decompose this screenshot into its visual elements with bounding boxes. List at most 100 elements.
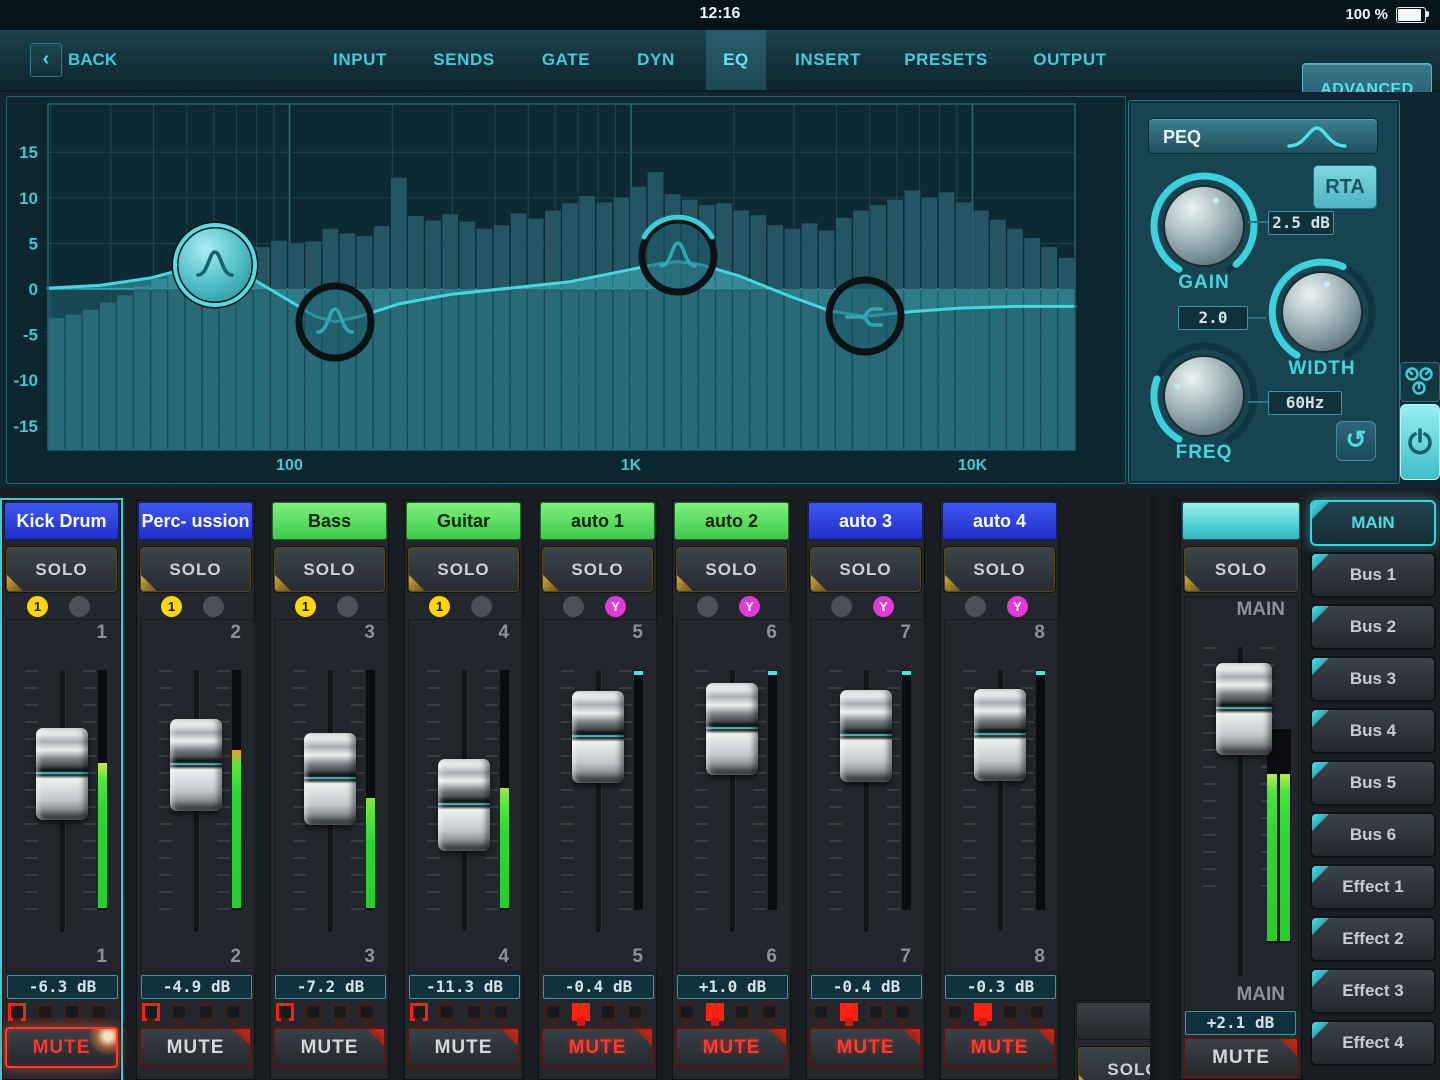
eq-type-select[interactable]: PEQ bbox=[1148, 118, 1378, 154]
channel-name[interactable] bbox=[1182, 502, 1300, 540]
eq-node-4[interactable] bbox=[825, 276, 905, 356]
fader-tick bbox=[829, 670, 842, 672]
solo-corner-mark bbox=[1185, 575, 1201, 591]
svg-text:15: 15 bbox=[19, 143, 38, 162]
fader-cap[interactable] bbox=[304, 733, 356, 825]
bus-button-bus-6[interactable]: Bus 6 bbox=[1310, 812, 1436, 858]
solo-button[interactable]: SOLO bbox=[676, 547, 787, 592]
channel-name[interactable]: auto 1 bbox=[540, 502, 655, 540]
back-button[interactable]: ‹ BACK bbox=[30, 43, 170, 77]
fader-cap[interactable] bbox=[1216, 663, 1272, 755]
solo-button[interactable]: SOLO bbox=[408, 547, 519, 592]
channel-name[interactable]: Guitar bbox=[406, 502, 521, 540]
fader-tick bbox=[293, 908, 306, 910]
fader-tick bbox=[25, 823, 38, 825]
fader-tick bbox=[1021, 840, 1034, 842]
fader-tick bbox=[485, 687, 498, 689]
mute-button[interactable]: MUTE bbox=[541, 1027, 654, 1068]
mute-button[interactable]: MUTE bbox=[273, 1027, 386, 1068]
freq-knob[interactable] bbox=[1144, 336, 1264, 456]
fader-tick bbox=[485, 874, 498, 876]
mute-button[interactable]: MUTE bbox=[809, 1027, 922, 1068]
fader-cap[interactable] bbox=[438, 759, 490, 851]
channel-knobs-button[interactable] bbox=[1400, 362, 1440, 402]
fader-tick bbox=[619, 840, 632, 842]
bus-corner-mark bbox=[1312, 970, 1329, 987]
bus-button-bus-3[interactable]: Bus 3 bbox=[1310, 656, 1436, 702]
meter-peak-tick bbox=[768, 671, 777, 675]
fader-tick bbox=[695, 806, 708, 808]
channel-name[interactable]: Bass bbox=[272, 502, 387, 540]
solo-button[interactable]: SOLO bbox=[274, 547, 385, 592]
freq-value[interactable]: 60Hz bbox=[1268, 391, 1342, 415]
bus-button-bus-1[interactable]: Bus 1 bbox=[1310, 552, 1436, 598]
tab-input[interactable]: INPUT bbox=[300, 30, 420, 90]
rta-button[interactable]: RTA bbox=[1313, 165, 1377, 209]
solo-button[interactable]: SOLO bbox=[542, 547, 653, 592]
bus-button-effect-2[interactable]: Effect 2 bbox=[1310, 916, 1436, 962]
channel-name[interactable] bbox=[1076, 1002, 1150, 1040]
fader-cap[interactable] bbox=[36, 728, 88, 820]
fader-tick bbox=[619, 670, 632, 672]
bus-corner-mark bbox=[1312, 554, 1329, 571]
fader-tick bbox=[25, 704, 38, 706]
fader-tick bbox=[485, 891, 498, 893]
fader-cap[interactable] bbox=[572, 691, 624, 783]
gain-value[interactable]: 2.5 dB bbox=[1268, 211, 1334, 235]
tab-insert[interactable]: INSERT bbox=[768, 30, 888, 90]
solo-button[interactable]: SOLO bbox=[810, 547, 921, 592]
bus-button-main[interactable]: MAIN bbox=[1310, 500, 1436, 546]
channel-name[interactable]: Perc- ussion bbox=[138, 502, 253, 540]
badge-right bbox=[471, 596, 492, 617]
reset-eq-button[interactable]: ↺ bbox=[1336, 421, 1376, 461]
power-button[interactable] bbox=[1400, 404, 1440, 480]
width-value[interactable]: 2.0 bbox=[1178, 306, 1248, 330]
fader-tick bbox=[695, 908, 708, 910]
assign-pin bbox=[894, 1003, 912, 1026]
solo-button[interactable]: SOLO bbox=[1184, 547, 1298, 592]
fader-tick bbox=[695, 789, 708, 791]
solo-button[interactable]: SOLO bbox=[140, 547, 251, 592]
eq-node-2[interactable] bbox=[295, 282, 375, 362]
channel-name[interactable]: auto 2 bbox=[674, 502, 789, 540]
tab-presets[interactable]: PRESETS bbox=[886, 30, 1006, 90]
fader-tick bbox=[887, 857, 900, 859]
mute-button[interactable]: MUTE bbox=[407, 1027, 520, 1068]
bus-button-effect-4[interactable]: Effect 4 bbox=[1310, 1020, 1436, 1066]
channel-number-bottom: MAIN bbox=[1236, 984, 1285, 1005]
mute-button[interactable]: MUTE bbox=[1183, 1037, 1299, 1078]
mute-button[interactable]: MUTE bbox=[943, 1027, 1056, 1068]
bus-button-effect-1[interactable]: Effect 1 bbox=[1310, 864, 1436, 910]
fader-tick bbox=[1203, 783, 1216, 785]
solo-button[interactable]: SOLO bbox=[1078, 1047, 1150, 1080]
fader-cap[interactable] bbox=[840, 690, 892, 782]
mute-button[interactable]: MUTE bbox=[5, 1027, 118, 1068]
gain-knob[interactable] bbox=[1144, 166, 1264, 286]
eq-node-1[interactable] bbox=[171, 221, 259, 309]
fader-cap[interactable] bbox=[170, 719, 222, 811]
eq-node-3[interactable] bbox=[638, 214, 718, 296]
fader-tick bbox=[159, 840, 172, 842]
solo-button[interactable]: SOLO bbox=[6, 547, 117, 592]
badge-left bbox=[831, 596, 852, 617]
meter-fill bbox=[1280, 774, 1290, 941]
width-knob[interactable] bbox=[1262, 252, 1382, 372]
channel-strip: Kick Drum SOLO 1 1 1 -6.3 dB MUTE bbox=[2, 500, 121, 1080]
fader-cap[interactable] bbox=[706, 683, 758, 775]
tab-output[interactable]: OUTPUT bbox=[1010, 30, 1130, 90]
fader-cap[interactable] bbox=[974, 689, 1026, 781]
assign-pin bbox=[438, 1003, 456, 1026]
bus-button-bus-4[interactable]: Bus 4 bbox=[1310, 708, 1436, 754]
fader-tick bbox=[83, 721, 96, 723]
mute-button[interactable]: MUTE bbox=[139, 1027, 252, 1068]
channel-name[interactable]: auto 4 bbox=[942, 502, 1057, 540]
bus-button-bus-2[interactable]: Bus 2 bbox=[1310, 604, 1436, 650]
bus-button-bus-5[interactable]: Bus 5 bbox=[1310, 760, 1436, 806]
eq-graph[interactable]: 15 10 5 0 -5 -10 -15 100 1K 10K bbox=[8, 98, 1122, 482]
channel-name[interactable]: auto 3 bbox=[808, 502, 923, 540]
gain-connector bbox=[1248, 221, 1270, 223]
channel-name[interactable]: Kick Drum bbox=[4, 502, 119, 540]
solo-button[interactable]: SOLO bbox=[944, 547, 1055, 592]
bus-button-effect-3[interactable]: Effect 3 bbox=[1310, 968, 1436, 1014]
mute-button[interactable]: MUTE bbox=[675, 1027, 788, 1068]
